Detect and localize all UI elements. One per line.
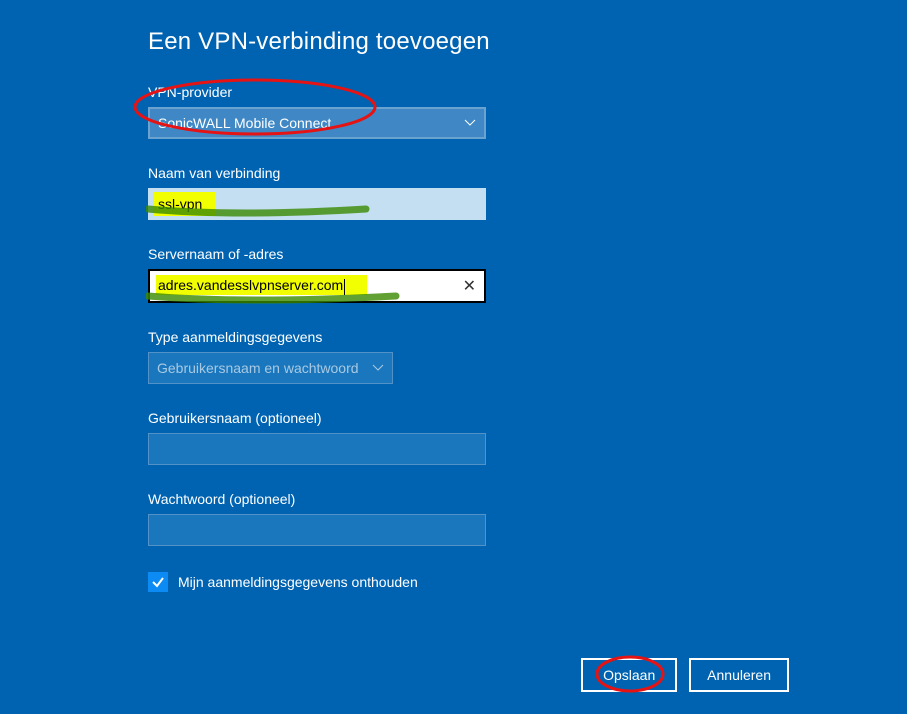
clear-icon[interactable]: ✕	[461, 276, 478, 296]
username-input[interactable]	[148, 433, 486, 465]
connection-name-label: Naam van verbinding	[148, 165, 907, 181]
server-address-input[interactable]: adres.vandesslvpnserver.com ✕	[148, 269, 486, 303]
button-row: Opslaan Annuleren	[581, 658, 789, 692]
signin-type-label: Type aanmeldingsgegevens	[148, 329, 907, 345]
vpn-provider-label: VPN-provider	[148, 84, 907, 100]
signin-type-value: Gebruikersnaam en wachtwoord	[157, 360, 359, 376]
signin-type-dropdown: Gebruikersnaam en wachtwoord	[148, 352, 393, 384]
field-password: Wachtwoord (optioneel)	[148, 491, 907, 546]
username-label: Gebruikersnaam (optioneel)	[148, 410, 907, 426]
chevron-down-icon	[372, 364, 384, 372]
remember-row: Mijn aanmeldingsgegevens onthouden	[148, 572, 907, 592]
save-button[interactable]: Opslaan	[581, 658, 677, 692]
vpn-provider-dropdown[interactable]: SonicWALL Mobile Connect	[148, 107, 486, 139]
server-address-value: adres.vandesslvpnserver.com	[156, 275, 367, 295]
remember-checkbox[interactable]	[148, 572, 168, 592]
connection-name-input[interactable]: ssl-vpn	[148, 188, 486, 220]
chevron-down-icon	[464, 119, 476, 127]
field-vpn-provider: VPN-provider SonicWALL Mobile Connect	[148, 84, 907, 139]
field-signin-type: Type aanmeldingsgegevens Gebruikersnaam …	[148, 329, 907, 384]
connection-name-value: ssl-vpn	[154, 192, 216, 216]
text-caret	[344, 279, 345, 295]
remember-label: Mijn aanmeldingsgegevens onthouden	[178, 574, 418, 590]
password-input[interactable]	[148, 514, 486, 546]
vpn-provider-value: SonicWALL Mobile Connect	[158, 115, 331, 131]
field-username: Gebruikersnaam (optioneel)	[148, 410, 907, 465]
cancel-button[interactable]: Annuleren	[689, 658, 789, 692]
page-title: Een VPN-verbinding toevoegen	[148, 28, 907, 56]
server-address-label: Servernaam of -adres	[148, 246, 907, 262]
field-server-address: Servernaam of -adres adres.vandesslvpnse…	[148, 246, 907, 303]
field-connection-name: Naam van verbinding ssl-vpn	[148, 165, 907, 220]
password-label: Wachtwoord (optioneel)	[148, 491, 907, 507]
